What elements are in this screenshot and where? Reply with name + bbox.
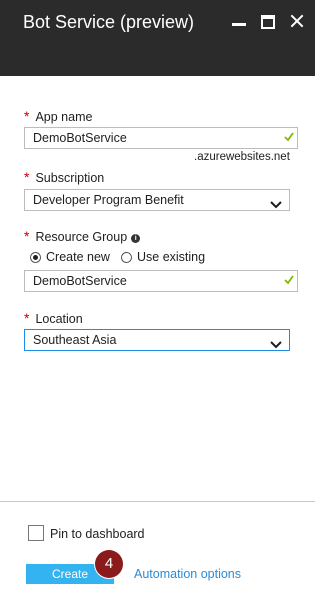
close-icon[interactable]	[289, 13, 305, 29]
pin-to-dashboard[interactable]: Pin to dashboard	[28, 525, 145, 541]
maximize-icon[interactable]	[260, 13, 276, 29]
blade-title: Bot Service (preview)	[23, 12, 195, 32]
footer-divider	[0, 501, 315, 502]
minimize-icon[interactable]	[231, 13, 247, 29]
resource-group-input[interactable]	[33, 271, 263, 291]
domain-suffix: .azurewebsites.net	[194, 151, 290, 163]
radio-button	[121, 252, 132, 263]
location-value: Southeast Asia	[33, 333, 117, 347]
resource-group-label: * Resource Group i	[24, 228, 141, 244]
checkmark-icon	[284, 132, 294, 142]
radio-create-new[interactable]: Create new	[30, 250, 110, 264]
required-marker: *	[24, 108, 30, 124]
subscription-select[interactable]: Developer Program Benefit	[24, 189, 290, 211]
required-marker: *	[24, 228, 30, 244]
app-name-label: * App name	[24, 108, 93, 124]
checkmark-icon	[284, 275, 294, 285]
automation-options-link[interactable]: Automation options	[134, 567, 241, 581]
step-number-badge: 4	[95, 550, 123, 578]
pin-checkbox[interactable]	[28, 525, 44, 541]
pin-label: Pin to dashboard	[50, 527, 145, 541]
app-name-field[interactable]	[24, 127, 298, 149]
required-marker: *	[24, 310, 30, 326]
location-select[interactable]: Southeast Asia	[24, 329, 290, 351]
subscription-value: Developer Program Benefit	[33, 193, 184, 207]
app-name-input[interactable]	[33, 128, 263, 148]
chevron-down-icon	[270, 196, 282, 209]
subscription-label: * Subscription	[24, 169, 105, 185]
location-label: * Location	[24, 310, 83, 326]
info-icon[interactable]: i	[131, 234, 141, 243]
radio-use-existing[interactable]: Use existing	[121, 250, 205, 264]
chevron-down-icon	[270, 336, 282, 349]
resource-group-field[interactable]	[24, 270, 298, 292]
required-marker: *	[24, 169, 30, 185]
radio-button-selected	[30, 252, 41, 263]
blade-header: Bot Service (preview)	[0, 0, 315, 76]
